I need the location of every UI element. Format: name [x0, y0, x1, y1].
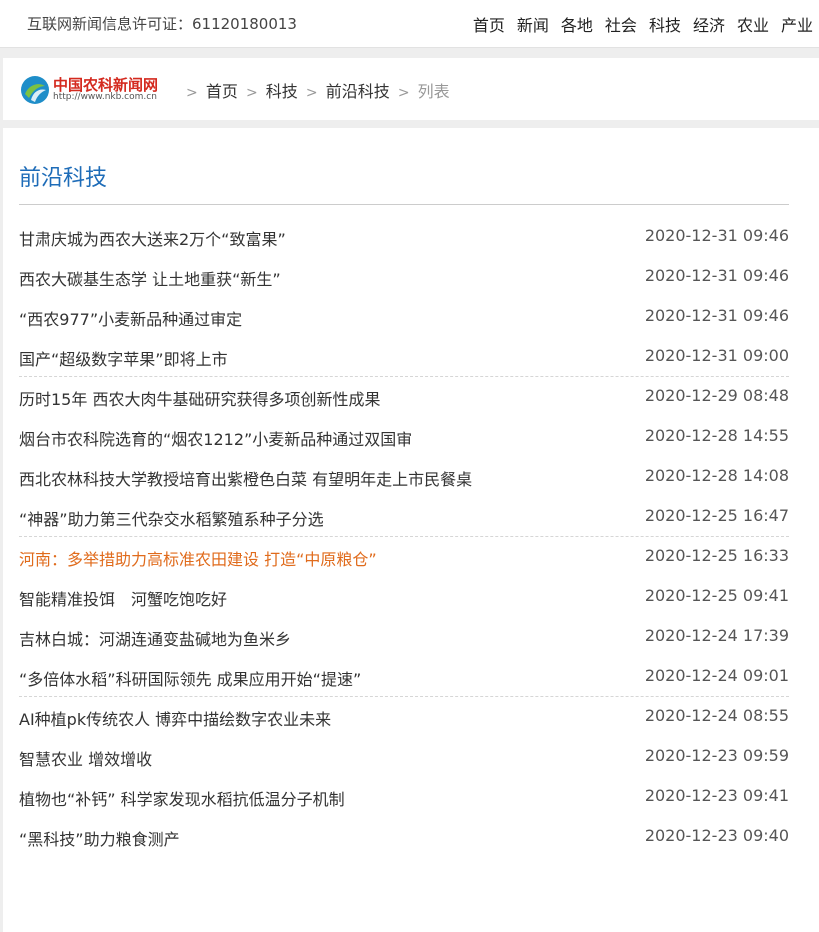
article-date: 2020-12-24 08:55: [644, 706, 789, 725]
breadcrumb-bar: 中国农科新闻网 http://www.nkb.com.cn > 首页 > 科技 …: [3, 58, 819, 120]
list-item: “黑科技”助力粮食测产 2020-12-23 09:40: [19, 826, 789, 850]
nav-agriculture[interactable]: 农业: [737, 16, 769, 35]
article-title-link[interactable]: 智能精准投饵 河蟹吃饱吃好: [19, 586, 227, 610]
article-date: 2020-12-29 08:48: [644, 386, 789, 405]
nav-regions[interactable]: 各地: [561, 16, 593, 35]
article-date: 2020-12-31 09:46: [644, 306, 789, 325]
article-date: 2020-12-23 09:40: [644, 826, 789, 845]
article-title-link[interactable]: “西农977”小麦新品种通过审定: [19, 306, 242, 330]
article-date: 2020-12-28 14:55: [644, 426, 789, 445]
article-date: 2020-12-28 14:08: [644, 466, 789, 485]
logo-url: http://www.nkb.com.cn: [53, 92, 157, 102]
article-title-link[interactable]: 烟台市农科院选育的“烟农1212”小麦新品种通过双国审: [19, 426, 412, 450]
breadcrumb-separator: >: [186, 85, 198, 101]
breadcrumb-separator: >: [305, 85, 318, 101]
page-title: 前沿科技: [19, 166, 108, 191]
list-item: 智能精准投饵 河蟹吃饱吃好 2020-12-25 09:41: [19, 586, 789, 610]
list-item: 西农大碳基生态学 让土地重获“新生” 2020-12-31 09:46: [19, 266, 789, 290]
list-item: 国产“超级数字苹果”即将上市 2020-12-31 09:00: [19, 346, 789, 370]
list-item: 智慧农业 增效增收 2020-12-23 09:59: [19, 746, 789, 770]
breadcrumb-separator: >: [397, 85, 410, 101]
nav-economy[interactable]: 经济: [693, 16, 725, 35]
article-title-link[interactable]: AI种植pk传统农人 博弈中描绘数字农业未来: [19, 706, 331, 730]
nav-home[interactable]: 首页: [473, 16, 505, 35]
breadcrumb: > 首页 > 科技 > 前沿科技 > 列表: [183, 78, 450, 102]
license-text: 互联网新闻信息许可证：61120180013: [27, 15, 297, 33]
article-date: 2020-12-24 17:39: [644, 626, 789, 645]
breadcrumb-separator: >: [245, 85, 258, 101]
article-date: 2020-12-25 16:47: [644, 506, 789, 525]
article-title-link[interactable]: 吉林白城：河湖连通变盐碱地为鱼米乡: [19, 626, 291, 650]
list-item: “多倍体水稻”科研国际领先 成果应用开始“提速” 2020-12-24 09:01: [19, 666, 789, 690]
article-list-panel: 前沿科技 甘肃庆城为西农大送来2万个“致富果” 2020-12-31 09:46 西…: [3, 128, 819, 932]
logo-emblem-icon: [21, 76, 49, 104]
article-title-link[interactable]: “黑科技”助力粮食测产: [19, 826, 180, 850]
article-date: 2020-12-31 09:00: [644, 346, 789, 365]
article-date: 2020-12-23 09:59: [644, 746, 789, 765]
nav-industry[interactable]: 产业: [781, 16, 813, 35]
group-divider: [19, 376, 789, 377]
article-title-link[interactable]: 国产“超级数字苹果”即将上市: [19, 346, 228, 370]
list-item: 烟台市农科院选育的“烟农1212”小麦新品种通过双国审 2020-12-28 14…: [19, 426, 789, 450]
group-divider: [19, 536, 789, 537]
article-title-link[interactable]: “多倍体水稻”科研国际领先 成果应用开始“提速”: [19, 666, 361, 690]
top-nav: 首页 新闻 各地 社会 科技 经济 农业 产业: [461, 12, 813, 36]
list-item: “西农977”小麦新品种通过审定 2020-12-31 09:46: [19, 306, 789, 330]
top-bar: 互联网新闻信息许可证：61120180013 首页 新闻 各地 社会 科技 经济 农业 产业: [0, 0, 819, 48]
nav-news[interactable]: 新闻: [517, 16, 549, 35]
article-title-link[interactable]: 智慧农业 增效增收: [19, 746, 152, 770]
nav-society[interactable]: 社会: [605, 16, 637, 35]
list-item: 历时15年 西农大肉牛基础研究获得多项创新性成果 2020-12-29 08:48: [19, 386, 789, 410]
nav-tech[interactable]: 科技: [649, 16, 681, 35]
title-divider: [19, 204, 789, 205]
article-title-link[interactable]: 历时15年 西农大肉牛基础研究获得多项创新性成果: [19, 386, 380, 410]
list-item: 西北农林科技大学教授培育出紫橙色白菜 有望明年走上市民餐桌 2020-12-28 …: [19, 466, 789, 490]
article-date: 2020-12-31 09:46: [644, 266, 789, 285]
list-item: 植物也“补钙” 科学家发现水稻抗低温分子机制 2020-12-23 09:41: [19, 786, 789, 810]
breadcrumb-home[interactable]: 首页: [206, 82, 238, 101]
article-title-link[interactable]: “神器”助力第三代杂交水稻繁殖系种子分选: [19, 506, 324, 530]
article-date: 2020-12-31 09:46: [644, 226, 789, 245]
article-title-link[interactable]: 甘肃庆城为西农大送来2万个“致富果”: [19, 226, 286, 250]
breadcrumb-frontier-tech[interactable]: 前沿科技: [326, 82, 390, 101]
article-date: 2020-12-23 09:41: [644, 786, 789, 805]
article-date: 2020-12-25 09:41: [644, 586, 789, 605]
list-item: 河南：多举措助力高标准农田建设 打造“中原粮仓” 2020-12-25 16:33: [19, 546, 789, 570]
site-logo[interactable]: 中国农科新闻网 http://www.nkb.com.cn: [19, 73, 171, 107]
breadcrumb-tech[interactable]: 科技: [266, 82, 298, 101]
list-item: 甘肃庆城为西农大送来2万个“致富果” 2020-12-31 09:46: [19, 226, 789, 250]
list-item: 吉林白城：河湖连通变盐碱地为鱼米乡 2020-12-24 17:39: [19, 626, 789, 650]
article-title-link[interactable]: 西农大碳基生态学 让土地重获“新生”: [19, 266, 281, 290]
article-date: 2020-12-25 16:33: [644, 546, 789, 565]
article-date: 2020-12-24 09:01: [644, 666, 789, 685]
article-title-link[interactable]: 河南：多举措助力高标准农田建设 打造“中原粮仓”: [19, 546, 377, 570]
list-item: AI种植pk传统农人 博弈中描绘数字农业未来 2020-12-24 08:55: [19, 706, 789, 730]
list-item: “神器”助力第三代杂交水稻繁殖系种子分选 2020-12-25 16:47: [19, 506, 789, 530]
group-divider: [19, 696, 789, 697]
breadcrumb-current: 列表: [417, 82, 450, 101]
article-title-link[interactable]: 西北农林科技大学教授培育出紫橙色白菜 有望明年走上市民餐桌: [19, 466, 472, 490]
article-title-link[interactable]: 植物也“补钙” 科学家发现水稻抗低温分子机制: [19, 786, 345, 810]
